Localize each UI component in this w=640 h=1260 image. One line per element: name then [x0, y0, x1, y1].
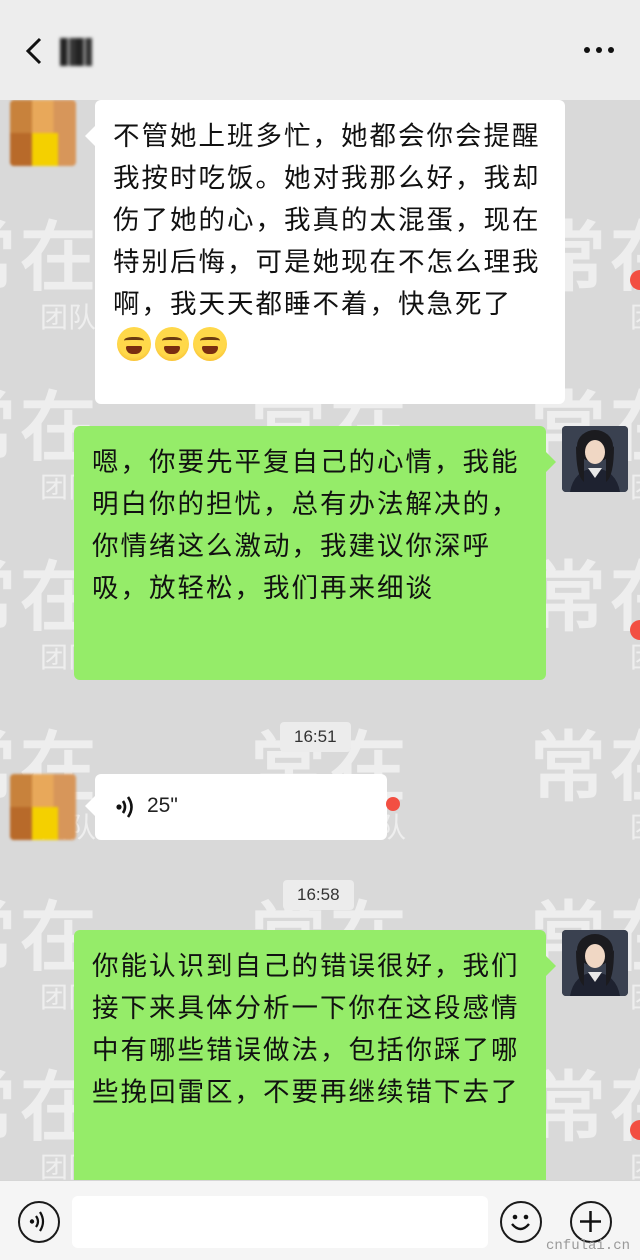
person-photo-icon: [562, 930, 628, 996]
watermark: 常在团队: [530, 723, 640, 842]
timestamp: 16:51: [280, 722, 351, 752]
contact-avatar[interactable]: [10, 100, 76, 166]
contact-avatar[interactable]: [10, 774, 76, 840]
ellipsis-icon[interactable]: [584, 44, 614, 56]
timestamp: 16:58: [283, 880, 354, 910]
contact-name: [60, 38, 92, 66]
plus-icon[interactable]: [570, 1201, 612, 1243]
my-avatar[interactable]: [562, 426, 628, 492]
message-text: 嗯，你要先平复自己的心情，我能明白你的担忧，总有办法解决的，你情绪这么激动，我建…: [92, 447, 520, 604]
grimace-emoji-icon: [155, 327, 189, 361]
navigation-bar: [0, 0, 640, 100]
message-input[interactable]: [72, 1196, 488, 1248]
input-toolbar: cnfulai.cn: [0, 1180, 640, 1260]
grimace-emoji-icon: [117, 327, 151, 361]
watermark: 常在团队: [0, 213, 100, 334]
watermark: 常在团队: [530, 553, 640, 672]
edge-mark: [630, 620, 640, 640]
voice-input-icon[interactable]: [18, 1201, 60, 1243]
edge-mark: [630, 270, 640, 290]
outgoing-message-bubble[interactable]: 嗯，你要先平复自己的心情，我能明白你的担忧，总有办法解决的，你情绪这么激动，我建…: [74, 426, 556, 680]
message-text: 不管她上班多忙，她都会你会提醒我按时吃饭。她对我那么好，我却伤了她的心，我真的太…: [113, 121, 541, 320]
message-text: 你能认识到自己的错误很好，我们接下来具体分析一下你在这段感情中有哪些错误做法，包…: [92, 951, 520, 1108]
outgoing-message-bubble[interactable]: 你能认识到自己的错误很好，我们接下来具体分析一下你在这段感情中有哪些错误做法，包…: [74, 930, 556, 1180]
unread-indicator: [386, 797, 400, 811]
voice-duration: 25": [147, 794, 178, 817]
voice-wave-icon: [116, 796, 133, 818]
edge-mark: [630, 1120, 640, 1140]
grimace-emoji-icon: [193, 327, 227, 361]
my-avatar[interactable]: [562, 930, 628, 996]
voice-message-bubble[interactable]: 25": [85, 774, 387, 840]
incoming-message-bubble[interactable]: 不管她上班多忙，她都会你会提醒我按时吃饭。她对我那么好，我却伤了她的心，我真的太…: [85, 100, 565, 404]
watermark: 常在团队: [530, 1063, 640, 1181]
site-watermark: cnfulai.cn: [545, 1238, 630, 1254]
chevron-left-icon[interactable]: [22, 36, 46, 66]
chat-area[interactable]: 常在团队 常在团队 常在团队 常在团队 常在团队 常在团队 常在团队 常在团队 …: [0, 100, 640, 1180]
person-photo-icon: [562, 426, 628, 492]
smiley-icon[interactable]: [500, 1201, 542, 1243]
